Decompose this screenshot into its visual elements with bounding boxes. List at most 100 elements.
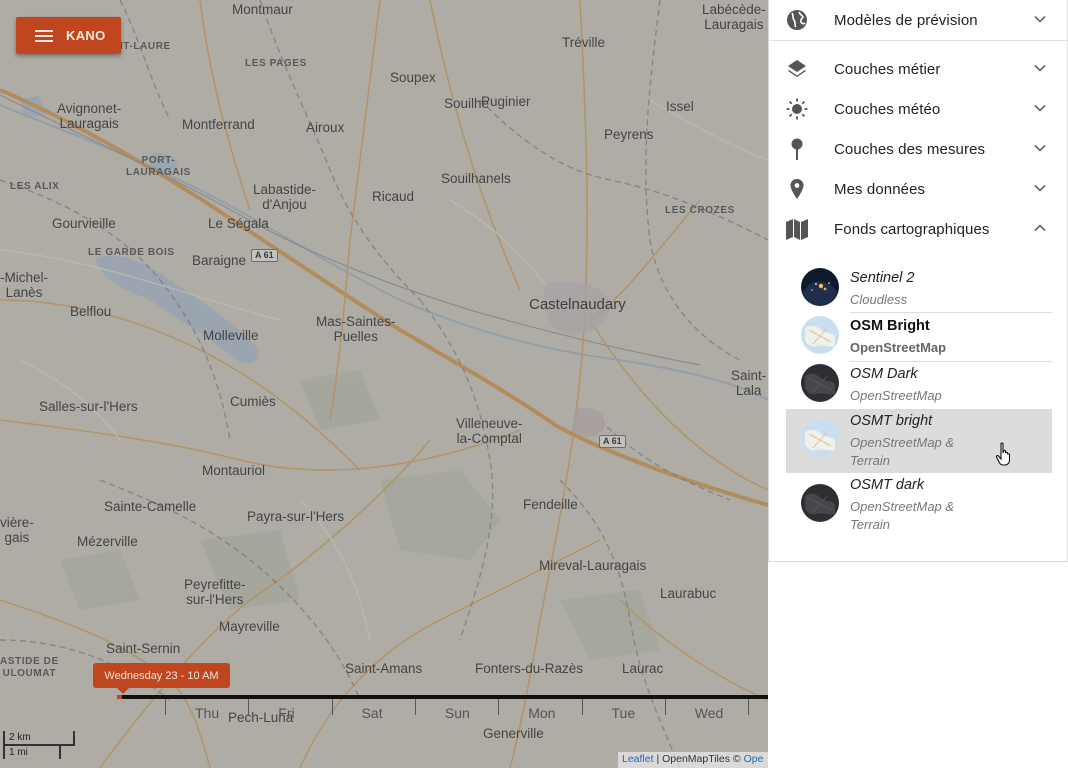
base-layer-osm-bright[interactable]: OSM Bright OpenStreetMap [786, 313, 1052, 361]
place-label: Mézerville [77, 534, 138, 549]
globe-icon [787, 10, 807, 30]
openmaptiles-link[interactable]: Ope [744, 753, 764, 765]
place-label: Mireval-Lauragais [539, 558, 647, 573]
sun-icon [786, 98, 808, 120]
place-label: Sainte-Camelle [104, 499, 197, 514]
timeline-tick [664, 699, 666, 715]
timeline-bar[interactable] [117, 695, 768, 699]
place-label: Payra-sur-l'Hers [247, 509, 345, 524]
timeline[interactable]: Thu Fri Sat Sun Mon Tue Wed [117, 695, 768, 725]
base-layer-sentinel2[interactable]: Sentinel 2 Cloudless [786, 264, 1052, 312]
location-icon [790, 179, 804, 199]
section-label: Couches météo [834, 100, 941, 118]
place-label: Cumiès [230, 394, 276, 409]
layer-name: OSM Dark [850, 366, 918, 382]
map-view[interactable]: Montmaur Labécède- Lauragais SAINT-LAURE Tr… [0, 0, 768, 768]
place-label: Labastide- d'Anjou [253, 182, 317, 212]
attribution-text: | OpenMapTiles © [653, 753, 744, 765]
layer-source: OpenStreetMap [850, 340, 947, 355]
place-label: Avignonet- Lauragais [57, 101, 122, 131]
timeline-tick [498, 699, 500, 715]
place-label: Le Ségala [208, 216, 269, 231]
place-label: Ricaud [372, 189, 415, 204]
base-layer-osm-dark[interactable]: OSM Dark OpenStreetMap [786, 361, 1052, 409]
timeline-tick [581, 699, 583, 715]
dark-map-thumb [801, 364, 839, 402]
timeline-tick [331, 699, 333, 715]
layer-name: OSMT dark [850, 477, 925, 493]
layer-source: OpenStreetMap [850, 388, 942, 403]
section-label: Couches des mesures [834, 140, 986, 158]
leaflet-link[interactable]: Leaflet [622, 753, 654, 765]
section-weather-layers[interactable]: Couches météo [769, 89, 1068, 129]
current-time-badge: Wednesday 23 - 10 AM [93, 663, 230, 694]
place-label: Villeneuve- la-Comptal [456, 416, 523, 446]
light-map-thumb [801, 316, 839, 354]
timeline-day-label[interactable]: Thu [195, 705, 219, 721]
place-label: Airoux [306, 120, 345, 135]
timeline-day-label[interactable]: Sun [445, 705, 470, 721]
map-attribution: Leaflet | OpenMapTiles © Ope [618, 752, 768, 768]
chevron-down-icon [1034, 64, 1046, 72]
timeline-tick [165, 699, 166, 715]
hand-cursor-icon [995, 442, 1011, 466]
timeline-day-label[interactable]: Wed [695, 705, 724, 721]
night-earth-thumb [801, 268, 839, 306]
place-label: PORT- LAURAGAIS [126, 155, 191, 178]
app-menu-button[interactable]: KANO [16, 17, 121, 54]
section-label: Fonds cartographiques [834, 220, 990, 238]
place-label: Peyrefitte- sur-l'Hers [184, 577, 246, 607]
place-label: Montferrand [182, 117, 255, 132]
base-layer-osmt-bright[interactable]: OSMT bright OpenStreetMap & Terrain [786, 409, 1052, 473]
timeline-tick [748, 699, 750, 715]
layer-name: OSMT bright [850, 413, 933, 429]
section-forecast-models[interactable]: Modèles de prévision [769, 0, 1068, 40]
timeline-day-label[interactable]: Tue [612, 705, 636, 721]
section-label: Couches métier [834, 60, 941, 78]
place-label: Saint-Sernin [106, 641, 181, 656]
place-label: Mayreville [219, 619, 280, 634]
section-label: Modèles de prévision [834, 11, 978, 29]
place-label: vière- gais [0, 515, 34, 545]
layer-name: Sentinel 2 [850, 270, 915, 286]
chevron-down-icon [1034, 144, 1046, 152]
chevron-down-icon [1034, 104, 1046, 112]
place-label: -Michel- Lanès [0, 270, 49, 300]
section-label: Mes données [834, 180, 926, 198]
section-my-data[interactable]: Mes données [769, 169, 1068, 209]
place-label: Generville [483, 726, 544, 741]
timeline-day-label[interactable]: Sat [362, 705, 383, 721]
place-label: Montmaur [232, 2, 293, 17]
map-icon [786, 219, 808, 240]
layer-name: OSM Bright [850, 318, 930, 334]
timeline-day-label[interactable]: Mon [528, 705, 555, 721]
timeline-day-label[interactable]: Fri [278, 705, 294, 721]
section-business-layers[interactable]: Couches métier [769, 49, 1068, 89]
place-label: Belflou [70, 304, 112, 319]
timeline-tick [414, 699, 416, 715]
place-label: Saint-Amans [345, 661, 423, 676]
place-label: LES PAGES [245, 58, 307, 69]
section-measure-layers[interactable]: Couches des mesures [769, 129, 1068, 169]
scale-mi: 1 mi [3, 744, 61, 759]
layers-icon [788, 60, 806, 77]
place-label: Mas-Saintes- Puelles [316, 314, 396, 344]
dark-map-thumb [801, 484, 839, 522]
place-label: Salles-sur-l'Hers [39, 399, 138, 414]
base-layer-osmt-dark[interactable]: OSMT dark OpenStreetMap & Terrain [786, 476, 1052, 536]
divider [769, 40, 1068, 41]
timeline-cursor[interactable] [117, 695, 122, 699]
pin-icon [791, 138, 803, 160]
place-label: LE GARDE BOIS [88, 247, 175, 258]
layers-panel: Modèles de prévision Couches métier Couc… [768, 0, 1068, 562]
place-label: Montauriol [202, 463, 266, 478]
light-map-thumb [801, 420, 839, 458]
chevron-down-icon [1034, 15, 1046, 23]
place-label: Fendeille [523, 497, 578, 512]
layer-source: Cloudless [850, 292, 908, 307]
chevron-down-icon [1034, 184, 1046, 192]
layer-source: OpenStreetMap & Terrain [850, 435, 955, 468]
place-label: Peyrens [604, 127, 654, 142]
section-base-maps[interactable]: Fonds cartographiques [769, 209, 1068, 249]
place-label: Saint- Lala [731, 368, 767, 398]
